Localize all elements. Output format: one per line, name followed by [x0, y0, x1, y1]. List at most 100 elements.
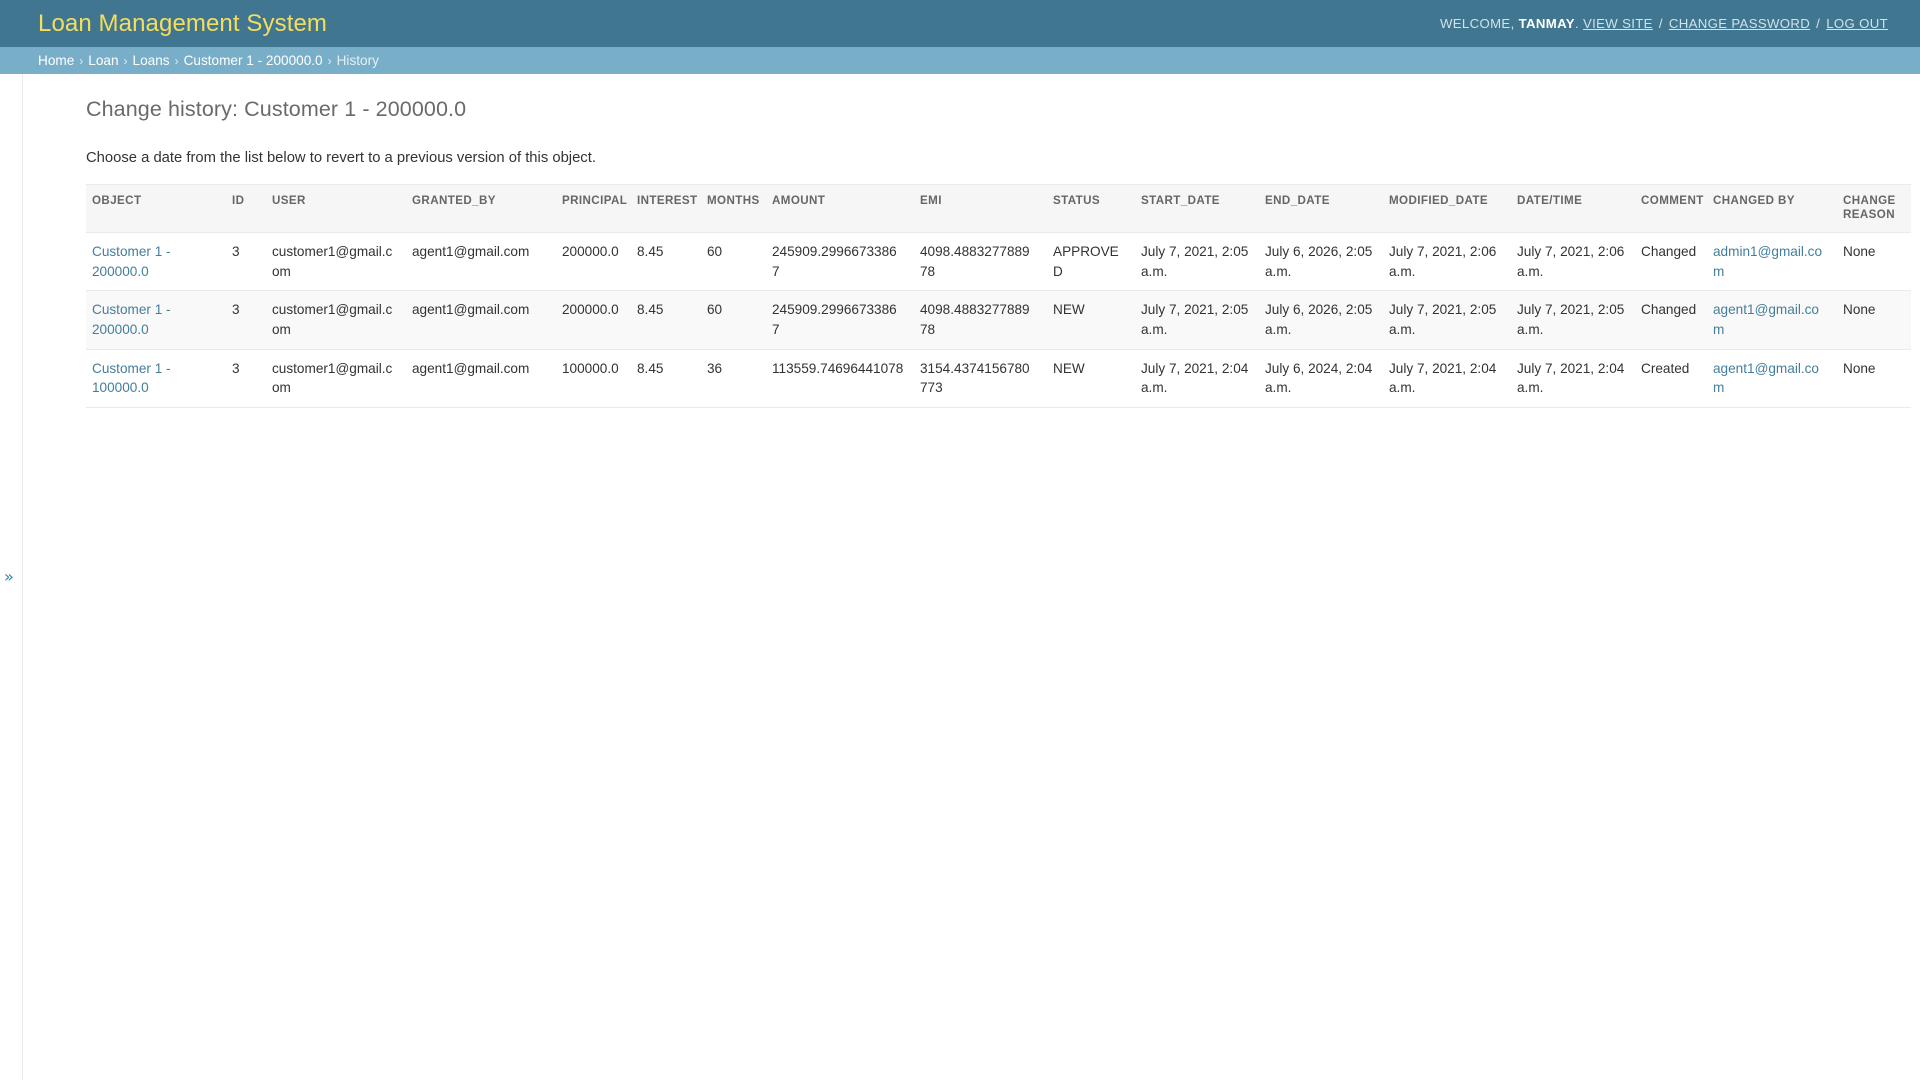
cell-end-date: July 6, 2024, 2:04 a.m.: [1259, 349, 1383, 407]
breadcrumb-item-loan[interactable]: Loan: [88, 53, 118, 68]
breadcrumb-item-customer-1-200000-0[interactable]: Customer 1 - 200000.0: [184, 53, 323, 68]
cell-interest: 8.45: [631, 291, 701, 349]
page-title: Change history: Customer 1 - 200000.0: [86, 97, 1896, 122]
history-hint-text: Choose a date from the list below to rev…: [86, 150, 1896, 166]
cell-id: 3: [226, 349, 266, 407]
column-header-comment: COMMENT: [1635, 185, 1707, 233]
user-tools-separator-2: /: [1814, 16, 1822, 31]
nav-sidebar-toggle-button[interactable]: »: [0, 74, 23, 1080]
cell-user: customer1@gmail.com: [266, 232, 406, 290]
user-tools-separator-1: /: [1657, 16, 1665, 31]
cell-object[interactable]: Customer 1 - 200000.0: [86, 232, 226, 290]
cell-principal: 100000.0: [556, 349, 631, 407]
cell-months: 60: [701, 232, 766, 290]
changed-by-link[interactable]: agent1@gmail.com: [1713, 302, 1819, 337]
cell-date-time: July 7, 2021, 2:06 a.m.: [1511, 232, 1635, 290]
column-header-changed-by: CHANGED BY: [1707, 185, 1837, 233]
cell-object[interactable]: Customer 1 - 200000.0: [86, 291, 226, 349]
view-site-link[interactable]: VIEW SITE: [1583, 16, 1653, 31]
cell-object[interactable]: Customer 1 - 100000.0: [86, 349, 226, 407]
table-header: OBJECTIDUSERGRANTED_BYPRINCIPALINTERESTM…: [86, 185, 1911, 233]
cell-granted-by: agent1@gmail.com: [406, 291, 556, 349]
changed-by-link[interactable]: admin1@gmail.com: [1713, 244, 1822, 279]
cell-status: NEW: [1047, 349, 1135, 407]
breadcrumb-divider: ›: [323, 54, 337, 68]
cell-user: customer1@gmail.com: [266, 349, 406, 407]
column-header-modified-date: MODIFIED_DATE: [1383, 185, 1511, 233]
content-area: Change history: Customer 1 - 200000.0 Ch…: [23, 74, 1920, 1080]
breadcrumb-item-history: History: [337, 53, 379, 68]
column-header-granted-by: GRANTED_BY: [406, 185, 556, 233]
column-header-amount: AMOUNT: [766, 185, 914, 233]
table-row: Customer 1 - 100000.0 3customer1@gmail.co…: [86, 349, 1911, 407]
cell-emi: 3154.4374156780773: [914, 349, 1047, 407]
cell-end-date: July 6, 2026, 2:05 a.m.: [1259, 291, 1383, 349]
cell-change-reason: None: [1837, 232, 1911, 290]
cell-modified-date: July 7, 2021, 2:05 a.m.: [1383, 291, 1511, 349]
cell-changed-by[interactable]: agent1@gmail.com: [1707, 349, 1837, 407]
cell-start-date: July 7, 2021, 2:05 a.m.: [1135, 232, 1259, 290]
site-name: Loan Management System: [38, 10, 327, 38]
column-header-id: ID: [226, 185, 266, 233]
changed-by-link[interactable]: agent1@gmail.com: [1713, 361, 1819, 396]
cell-emi: 4098.488327788978: [914, 232, 1047, 290]
column-header-end-date: END_DATE: [1259, 185, 1383, 233]
table-row: Customer 1 - 200000.0 3customer1@gmail.co…: [86, 232, 1911, 290]
log-out-link[interactable]: LOG OUT: [1826, 16, 1888, 31]
cell-status: APPROVED: [1047, 232, 1135, 290]
change-history-table: OBJECTIDUSERGRANTED_BYPRINCIPALINTERESTM…: [86, 184, 1911, 408]
change-password-link[interactable]: CHANGE PASSWORD: [1669, 16, 1810, 31]
cell-start-date: July 7, 2021, 2:04 a.m.: [1135, 349, 1259, 407]
breadcrumb-divider: ›: [170, 54, 184, 68]
breadcrumb-divider: ›: [119, 54, 133, 68]
breadcrumb-item-loans[interactable]: Loans: [133, 53, 170, 68]
object-link[interactable]: Customer 1 - 100000.0: [92, 361, 171, 396]
branding-bar: Loan Management System WELCOME, TANMAY. …: [0, 0, 1920, 47]
username-label: TANMAY: [1519, 16, 1575, 31]
cell-amount: 113559.74696441078: [766, 349, 914, 407]
page-body: » Change history: Customer 1 - 200000.0 …: [0, 74, 1920, 1080]
cell-id: 3: [226, 291, 266, 349]
cell-changed-by[interactable]: agent1@gmail.com: [1707, 291, 1837, 349]
table-header-row: OBJECTIDUSERGRANTED_BYPRINCIPALINTERESTM…: [86, 185, 1911, 233]
column-header-start-date: START_DATE: [1135, 185, 1259, 233]
cell-principal: 200000.0: [556, 291, 631, 349]
breadcrumb-item-home[interactable]: Home: [38, 53, 74, 68]
cell-comment: Created: [1635, 349, 1707, 407]
cell-principal: 200000.0: [556, 232, 631, 290]
cell-change-reason: None: [1837, 291, 1911, 349]
cell-amount: 245909.29966733867: [766, 291, 914, 349]
cell-status: NEW: [1047, 291, 1135, 349]
column-header-interest: INTEREST: [631, 185, 701, 233]
cell-id: 3: [226, 232, 266, 290]
column-header-change-reason: CHANGE REASON: [1837, 185, 1911, 233]
cell-interest: 8.45: [631, 349, 701, 407]
column-header-user: USER: [266, 185, 406, 233]
cell-changed-by[interactable]: admin1@gmail.com: [1707, 232, 1837, 290]
cell-end-date: July 6, 2026, 2:05 a.m.: [1259, 232, 1383, 290]
username-suffix: .: [1575, 16, 1579, 31]
welcome-label: WELCOME,: [1440, 16, 1515, 31]
breadcrumb-divider: ›: [74, 54, 88, 68]
cell-months: 60: [701, 291, 766, 349]
object-link[interactable]: Customer 1 - 200000.0: [92, 244, 171, 279]
cell-user: customer1@gmail.com: [266, 291, 406, 349]
object-link[interactable]: Customer 1 - 200000.0: [92, 302, 171, 337]
column-header-object: OBJECT: [86, 185, 226, 233]
cell-start-date: July 7, 2021, 2:05 a.m.: [1135, 291, 1259, 349]
chevron-double-right-icon[interactable]: »: [4, 569, 14, 585]
cell-modified-date: July 7, 2021, 2:04 a.m.: [1383, 349, 1511, 407]
table-row: Customer 1 - 200000.0 3customer1@gmail.co…: [86, 291, 1911, 349]
table-body: Customer 1 - 200000.03customer1@gmail.co…: [86, 232, 1911, 407]
cell-months: 36: [701, 349, 766, 407]
cell-comment: Changed: [1635, 291, 1707, 349]
cell-date-time: July 7, 2021, 2:05 a.m.: [1511, 291, 1635, 349]
breadcrumb: Home›Loan›Loans›Customer 1 - 200000.0›Hi…: [0, 47, 1920, 74]
cell-date-time: July 7, 2021, 2:04 a.m.: [1511, 349, 1635, 407]
cell-granted-by: agent1@gmail.com: [406, 232, 556, 290]
column-header-emi: EMI: [914, 185, 1047, 233]
cell-interest: 8.45: [631, 232, 701, 290]
column-header-date-time: DATE/TIME: [1511, 185, 1635, 233]
cell-change-reason: None: [1837, 349, 1911, 407]
column-header-status: STATUS: [1047, 185, 1135, 233]
